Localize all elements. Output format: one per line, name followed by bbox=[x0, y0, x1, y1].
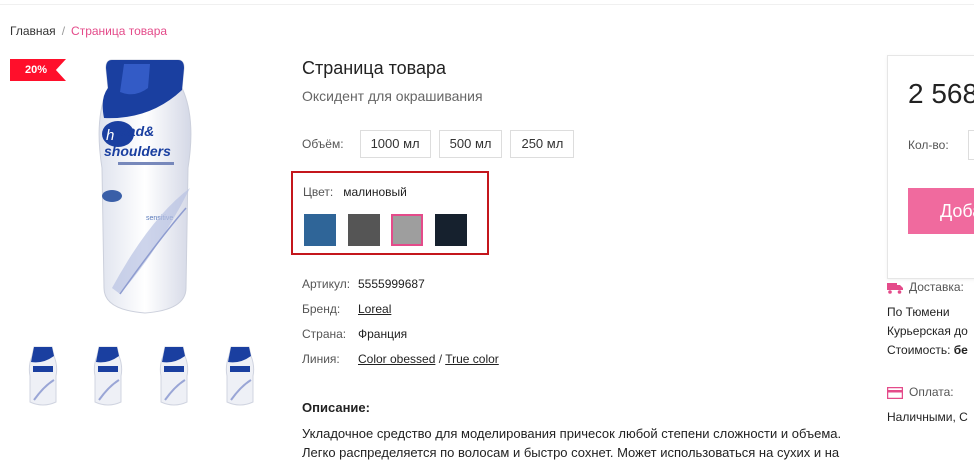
line-link-true-color[interactable]: True color bbox=[445, 352, 499, 366]
color-swatch-dark-gray[interactable] bbox=[348, 214, 380, 246]
line-label: Линия: bbox=[302, 352, 340, 366]
delivery-heading: Доставка: bbox=[887, 278, 968, 297]
quantity-input[interactable] bbox=[968, 130, 974, 160]
product-main-image[interactable]: h ead& shoulders sensitive bbox=[90, 58, 200, 318]
brand-row: Бренд: Loreal bbox=[302, 301, 499, 326]
svg-text:h: h bbox=[106, 127, 114, 144]
payment-title: Оплата: bbox=[909, 385, 954, 399]
line-row: Линия: Color obessed / True color bbox=[302, 351, 499, 376]
payment-heading: Оплата: bbox=[887, 383, 968, 402]
product-thumbnail[interactable] bbox=[157, 346, 191, 408]
color-label: Цвет: bbox=[303, 185, 334, 199]
product-thumbnail[interactable] bbox=[223, 346, 257, 408]
sku-row: Артикул: 5555999687 bbox=[302, 276, 499, 301]
add-to-cart-button[interactable]: Доба bbox=[908, 188, 974, 234]
sku-value: 5555999687 bbox=[358, 277, 425, 291]
sku-label: Артикул: bbox=[302, 277, 351, 291]
breadcrumb-separator: / bbox=[61, 24, 66, 38]
color-swatch-gray[interactable] bbox=[391, 214, 423, 246]
volume-option[interactable]: 1000 мл bbox=[359, 130, 431, 158]
price: 2 568 bbox=[908, 78, 974, 109]
top-divider bbox=[0, 0, 974, 5]
volume-selector: Объём: 1000 мл 500 мл 250 мл bbox=[302, 130, 575, 158]
color-swatch-navy[interactable] bbox=[435, 214, 467, 246]
country-row: Страна: Франция bbox=[302, 326, 499, 351]
breadcrumb: Главная / Страница товара bbox=[10, 24, 167, 38]
description-title: Описание: bbox=[302, 400, 370, 415]
delivery-cost: Стоимость: бе bbox=[887, 341, 968, 360]
thumbnail-strip bbox=[26, 346, 266, 408]
delivery-courier: Курьерская до bbox=[887, 324, 968, 338]
payment-methods: Наличными, С bbox=[887, 410, 968, 424]
country-label: Страна: bbox=[302, 327, 347, 341]
delivery-cost-label: Стоимость: bbox=[887, 343, 951, 357]
color-heading: Цвет: малиновый bbox=[303, 185, 407, 199]
line-link-color-obessed[interactable]: Color obessed bbox=[358, 352, 435, 366]
delivery-info: Доставка: По Тюмени Курьерская до Стоимо… bbox=[887, 278, 968, 360]
truck-icon bbox=[887, 282, 903, 294]
color-selector: Цвет: малиновый bbox=[291, 171, 489, 255]
breadcrumb-current: Страница товара bbox=[71, 24, 168, 38]
description-line: Укладочное средство для моделирования пр… bbox=[302, 426, 842, 441]
volume-label: Объём: bbox=[302, 137, 344, 151]
payment-info: Оплата: Наличными, С bbox=[887, 383, 968, 427]
delivery-cost-value: бе bbox=[953, 343, 968, 357]
brand-link[interactable]: Loreal bbox=[358, 302, 391, 316]
country-value: Франция bbox=[358, 327, 408, 341]
buy-box: 2 568 Кол-во: Доба bbox=[887, 55, 974, 279]
delivery-title: Доставка: bbox=[909, 280, 964, 294]
discount-badge: 20% bbox=[10, 59, 66, 81]
svg-text:shoulders: shoulders bbox=[104, 143, 171, 159]
color-swatch-blue[interactable] bbox=[304, 214, 336, 246]
breadcrumb-home-link[interactable]: Главная bbox=[10, 24, 56, 38]
quantity-label: Кол-во: bbox=[908, 138, 949, 152]
product-properties: Артикул: 5555999687 Бренд: Loreal Страна: Ф… bbox=[302, 276, 499, 376]
credit-card-icon bbox=[887, 386, 903, 399]
delivery-city: По Тюмени bbox=[887, 305, 950, 319]
line-separator: / bbox=[438, 352, 443, 366]
volume-option[interactable]: 500 мл bbox=[438, 130, 503, 158]
product-subtitle: Оксидент для окрашивания bbox=[302, 88, 483, 104]
product-thumbnail[interactable] bbox=[91, 346, 125, 408]
color-value: малиновый bbox=[343, 185, 407, 199]
product-thumbnail[interactable] bbox=[26, 346, 60, 408]
svg-text:ead&: ead& bbox=[120, 123, 154, 139]
volume-option[interactable]: 250 мл bbox=[510, 130, 575, 158]
description-text: Укладочное средство для моделирования пр… bbox=[302, 424, 862, 462]
brand-label: Бренд: bbox=[302, 302, 341, 316]
product-title: Страница товара bbox=[302, 58, 447, 78]
